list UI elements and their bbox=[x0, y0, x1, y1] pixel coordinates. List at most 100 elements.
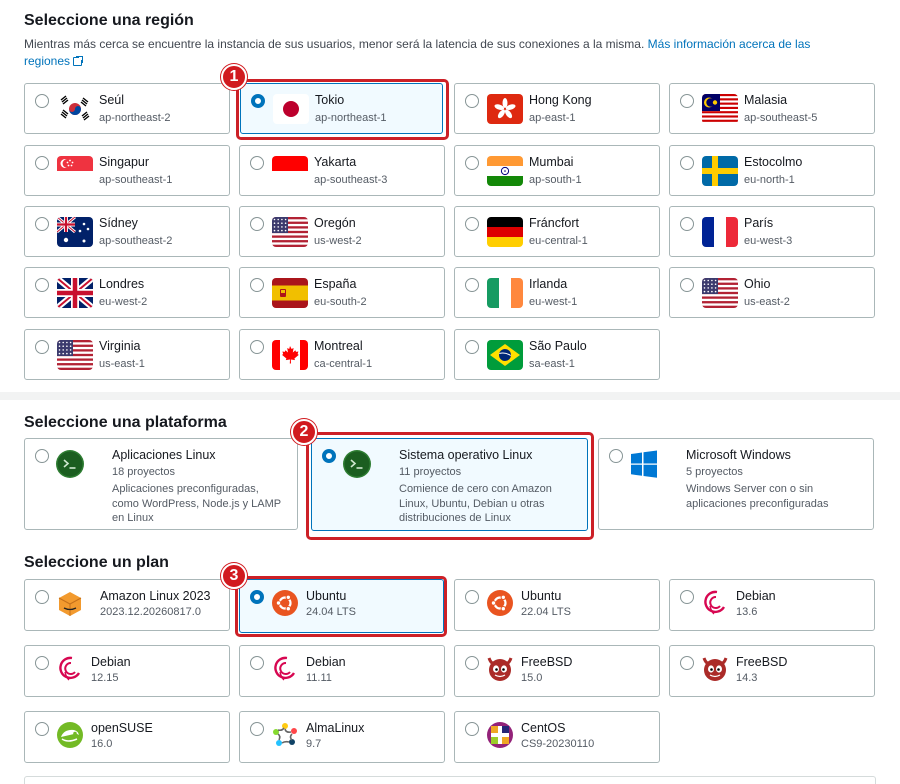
region-card[interactable]: Virginia us-east-1 bbox=[24, 329, 230, 380]
region-card[interactable]: Singapur ap-southeast-1 bbox=[24, 145, 230, 196]
plan-card[interactable]: FreeBSD 15.0 bbox=[454, 645, 660, 697]
platform-card[interactable]: Sistema operativo Linux 11 proyectos Comie… bbox=[311, 438, 588, 531]
radio-button[interactable] bbox=[680, 278, 694, 292]
region-name: Oregón bbox=[314, 216, 356, 230]
plan-card[interactable]: Debian 13.6 bbox=[669, 579, 875, 631]
plan-name: FreeBSD bbox=[521, 655, 573, 669]
plan-card[interactable]: CentOS CS9-20230110 bbox=[454, 711, 660, 763]
ubuntu-icon bbox=[485, 588, 515, 618]
region-name: Ohio bbox=[744, 277, 771, 291]
plan-name: Debian bbox=[306, 655, 346, 669]
region-card[interactable]: París eu-west-3 bbox=[669, 206, 875, 257]
almalinux-icon bbox=[270, 720, 300, 750]
plan-card[interactable]: Ubuntu 24.04 LTS bbox=[239, 579, 444, 633]
plan-card[interactable]: openSUSE 16.0 bbox=[24, 711, 230, 763]
radio-button[interactable] bbox=[680, 217, 694, 231]
radio-button[interactable] bbox=[465, 722, 479, 736]
plan-version: 2023.12.20260817.0 bbox=[100, 606, 201, 618]
radio-button[interactable] bbox=[35, 449, 49, 463]
region-card[interactable]: Estocolmo eu-north-1 bbox=[669, 145, 875, 196]
plan-card[interactable]: Ubuntu 22.04 LTS bbox=[454, 579, 660, 631]
region-code: eu-west-2 bbox=[99, 296, 148, 308]
plan-name: CentOS bbox=[521, 721, 566, 735]
region-name: Tokio bbox=[315, 93, 345, 107]
region-name: Seúl bbox=[99, 93, 125, 107]
region-card[interactable]: Sídney ap-southeast-2 bbox=[24, 206, 230, 257]
step-badge-2: 2 bbox=[291, 419, 317, 445]
next-section-card-edge bbox=[24, 776, 876, 784]
radio-button[interactable] bbox=[250, 278, 264, 292]
radio-button[interactable] bbox=[35, 340, 49, 354]
radio-selected[interactable] bbox=[322, 449, 336, 463]
region-card[interactable]: España eu-south-2 bbox=[239, 267, 445, 318]
platform-name: Aplicaciones Linux bbox=[112, 448, 216, 462]
region-card[interactable]: Mumbai ap-south-1 bbox=[454, 145, 660, 196]
usa-flag-icon bbox=[272, 217, 308, 247]
radio-button[interactable] bbox=[680, 156, 694, 170]
region-card[interactable]: Fráncfort eu-central-1 bbox=[454, 206, 660, 257]
radio-button[interactable] bbox=[465, 278, 479, 292]
platform-description: Windows Server con o sin aplicaciones pr… bbox=[686, 483, 829, 510]
plan-name: Ubuntu bbox=[306, 589, 347, 603]
radio-button[interactable] bbox=[465, 656, 479, 670]
platform-card[interactable]: Aplicaciones Linux 18 proyectos Aplicacion… bbox=[24, 438, 298, 530]
region-card[interactable]: São Paulo sa-east-1 bbox=[454, 329, 660, 380]
region-card[interactable]: Oregón us-west-2 bbox=[239, 206, 445, 257]
radio-button[interactable] bbox=[250, 722, 264, 736]
region-code: ap-southeast-2 bbox=[99, 235, 173, 247]
radio-button[interactable] bbox=[250, 340, 264, 354]
region-section-description: Mientras más cerca se encuentre la insta… bbox=[24, 36, 854, 70]
region-card[interactable]: Malasia ap-southeast-5 bbox=[669, 83, 875, 134]
plan-card[interactable]: Debian 12.15 bbox=[24, 645, 230, 697]
region-card[interactable]: Seúl ap-northeast-2 bbox=[24, 83, 230, 134]
plan-card[interactable]: FreeBSD 14.3 bbox=[669, 645, 875, 697]
region-name: París bbox=[744, 216, 774, 230]
radio-button[interactable] bbox=[465, 217, 479, 231]
radio-button[interactable] bbox=[465, 156, 479, 170]
region-card[interactable]: Ohio us-east-2 bbox=[669, 267, 875, 318]
radio-button[interactable] bbox=[465, 94, 479, 108]
radio-selected[interactable] bbox=[250, 590, 264, 604]
region-description-text: Mientras más cerca se encuentre la insta… bbox=[24, 37, 645, 51]
radio-button[interactable] bbox=[35, 656, 49, 670]
radio-button[interactable] bbox=[35, 217, 49, 231]
radio-button[interactable] bbox=[465, 590, 479, 604]
region-name: Londres bbox=[99, 277, 145, 291]
radio-button[interactable] bbox=[35, 156, 49, 170]
platform-description: Comience de cero con Amazon Linux, Ubunt… bbox=[399, 483, 552, 524]
plan-card[interactable]: Amazon Linux 2023 2023.12.20260817.0 bbox=[24, 579, 230, 631]
plan-card[interactable]: Debian 11.11 bbox=[239, 645, 445, 697]
platform-card[interactable]: Microsoft Windows 5 proyectos Windows Serv… bbox=[598, 438, 874, 530]
radio-selected[interactable] bbox=[251, 94, 265, 108]
radio-button[interactable] bbox=[250, 217, 264, 231]
region-card[interactable]: Irlanda eu-west-1 bbox=[454, 267, 660, 318]
malaysia-flag-icon bbox=[702, 94, 738, 124]
radio-button[interactable] bbox=[680, 656, 694, 670]
region-card[interactable]: Yakarta ap-southeast-3 bbox=[239, 145, 445, 196]
plan-name: AlmaLinux bbox=[306, 721, 365, 735]
radio-button[interactable] bbox=[35, 722, 49, 736]
radio-button[interactable] bbox=[35, 590, 49, 604]
radio-button[interactable] bbox=[680, 590, 694, 604]
singapore-flag-icon bbox=[57, 156, 93, 186]
radio-button[interactable] bbox=[609, 449, 623, 463]
region-name: Malasia bbox=[744, 93, 788, 107]
region-name: Montreal bbox=[314, 339, 363, 353]
radio-button[interactable] bbox=[465, 340, 479, 354]
radio-button[interactable] bbox=[35, 94, 49, 108]
region-card[interactable]: Londres eu-west-2 bbox=[24, 267, 230, 318]
region-card[interactable]: Montreal ca-central-1 bbox=[239, 329, 445, 380]
radio-button[interactable] bbox=[250, 656, 264, 670]
radio-button[interactable] bbox=[680, 94, 694, 108]
radio-button[interactable] bbox=[250, 156, 264, 170]
region-name: Estocolmo bbox=[744, 155, 803, 169]
plan-card[interactable]: AlmaLinux 9.7 bbox=[239, 711, 445, 763]
radio-button[interactable] bbox=[35, 278, 49, 292]
germany-flag-icon bbox=[487, 217, 523, 247]
plan-name: Ubuntu bbox=[521, 589, 562, 603]
hong-kong-flag-icon bbox=[487, 94, 523, 124]
centos-icon bbox=[485, 720, 515, 750]
step-badge-1: 1 bbox=[221, 64, 247, 90]
region-card[interactable]: Tokio ap-northeast-1 bbox=[240, 83, 443, 134]
region-card[interactable]: Hong Kong ap-east-1 bbox=[454, 83, 660, 134]
